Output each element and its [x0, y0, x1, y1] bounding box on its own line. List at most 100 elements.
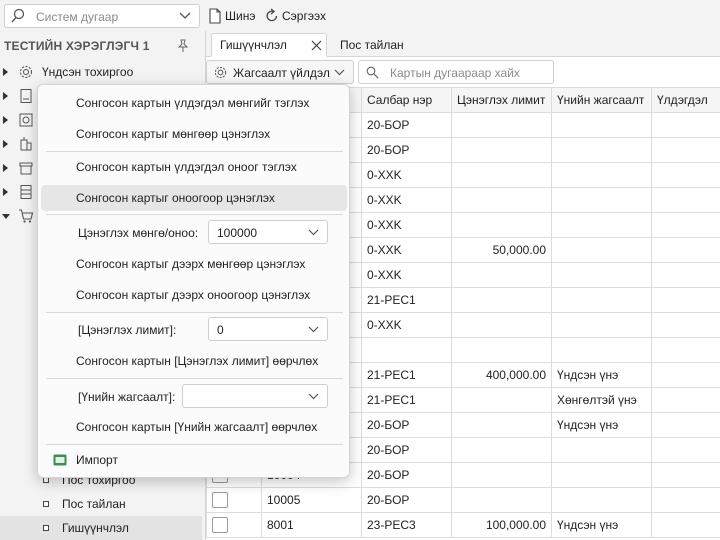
balance-cell: 50: [651, 462, 720, 488]
balance-cell: 3: [651, 237, 720, 263]
charge-limit-cell: [451, 487, 552, 513]
menu-item-charge-above-points[interactable]: Сонгосон картыг дээрх оноогоор цэнэглэх: [41, 282, 347, 308]
refresh-button[interactable]: Сэргээх: [265, 6, 326, 26]
branch-cell: 0-XXK: [361, 162, 452, 188]
expand-arrow-icon[interactable]: [3, 92, 8, 100]
menu-item-charge-above-money[interactable]: Сонгосон картыг дээрх мөнгөөр цэнэглэх: [41, 251, 347, 277]
price-list-select[interactable]: [182, 384, 328, 408]
balance-cell: 50: [651, 112, 720, 138]
system-number-search[interactable]: Систем дугаар: [4, 4, 200, 28]
price-list-cell: [551, 262, 652, 288]
menu-item-import[interactable]: Импорт: [41, 447, 347, 473]
balance-cell: [651, 187, 720, 213]
menu-item-change-charge-limit[interactable]: Сонгосон картын [Цэнэглэх лимит] өөрчлөх: [41, 348, 347, 374]
menu-item-label: Сонгосон картыг оноогоор цэнэглэх: [76, 191, 275, 205]
charge-limit-cell: [451, 162, 552, 188]
balance-cell: [651, 312, 720, 338]
expand-arrow-icon[interactable]: [3, 164, 8, 172]
charge-limit-select[interactable]: 0: [208, 317, 328, 341]
menu-separator: [46, 444, 343, 445]
branch-cell: 21-PEC1: [361, 387, 452, 413]
price-list-cell: Үндсэн үнэ: [551, 512, 652, 538]
charge-limit-cell: [451, 437, 552, 463]
branch-cell: [361, 337, 452, 363]
charge-limit-cell: [451, 337, 552, 363]
branch-cell: 20-БОР: [361, 462, 452, 488]
new-button[interactable]: Шинэ: [208, 6, 255, 26]
balance-cell: [651, 337, 720, 363]
sidebar-item-label: Гишүүнчлэл: [62, 521, 129, 535]
pin-icon[interactable]: [177, 39, 189, 53]
table-row[interactable]: 8001 23-PEC3 100,000.00 Үндсэн үнэ: [206, 512, 720, 538]
chevron-down-icon: [308, 393, 319, 400]
price-list-cell: [551, 287, 652, 313]
chevron-down-icon[interactable]: [179, 9, 191, 23]
charge-limit-cell: [451, 312, 552, 338]
balance-cell: [651, 287, 720, 313]
price-list-cell: [551, 462, 652, 488]
balance-cell: 50: [651, 412, 720, 438]
menu-item-zero-points-balance[interactable]: Сонгосон картын үлдэгдэл оноог тэглэх: [41, 154, 347, 180]
tab-label: Гишүүнчлэл: [220, 38, 287, 52]
document-icon: [20, 89, 32, 103]
branch-cell: 0-XXK: [361, 312, 452, 338]
menu-separator: [46, 151, 343, 152]
charge-limit-value: 0: [217, 323, 224, 337]
menu-separator: [46, 378, 343, 379]
price-list-row: [Үнийн жагсаалт]:: [41, 384, 347, 410]
collapse-arrow-icon[interactable]: [2, 214, 10, 219]
balance-cell: 60: [651, 137, 720, 163]
menu-item-change-price-list[interactable]: Сонгосон картын [Үнийн жагсаалт] өөрчлөх: [41, 414, 347, 440]
charge-limit-row: [Цэнэглэх лимит]: 0: [41, 317, 347, 343]
bullet-icon: [43, 501, 49, 507]
menu-item-charge-money[interactable]: Сонгосон картыг мөнгөөр цэнэглэх: [41, 121, 347, 147]
card-number-search-input[interactable]: Картын дугаараар хайх: [358, 60, 554, 84]
charge-limit-cell: [451, 462, 552, 488]
import-file-icon: [53, 454, 67, 466]
menu-item-label: Сонгосон картын үлдэгдэл мөнгийг тэглэх: [76, 96, 310, 110]
price-list-cell: [551, 437, 652, 463]
charge-limit-cell: 100,000.00: [451, 512, 552, 538]
price-list-label: [Үнийн жагсаалт]:: [78, 390, 176, 404]
row-checkbox[interactable]: [212, 492, 228, 508]
charge-limit-cell: [451, 412, 552, 438]
new-document-icon: [209, 8, 221, 24]
header-price-list[interactable]: Үнийн жагсаалт: [551, 87, 652, 113]
expand-arrow-icon[interactable]: [3, 68, 8, 76]
tab-pos-report[interactable]: Пос тайлан: [332, 33, 412, 57]
tab-membership[interactable]: Гишүүнчлэл: [211, 33, 327, 57]
row-checkbox[interactable]: [212, 517, 228, 533]
price-list-cell: [551, 237, 652, 263]
header-balance[interactable]: Үлдэгдэл: [651, 87, 720, 113]
menu-item-charge-points[interactable]: Сонгосон картыг оноогоор цэнэглэх: [41, 185, 347, 211]
sidebar-item-settings[interactable]: Үндсэн тохиргоо: [0, 61, 202, 83]
sidebar-item-membership[interactable]: Гишүүнчлэл: [0, 516, 202, 540]
header-charge-limit[interactable]: Цэнэглэх лимит: [451, 87, 552, 113]
branch-cell: 0-XXK: [361, 187, 452, 213]
price-list-cell: [551, 112, 652, 138]
expand-arrow-icon[interactable]: [3, 116, 8, 124]
charge-limit-cell: 400,000.00: [451, 362, 552, 388]
search-icon: [11, 8, 25, 23]
checkbox-cell: [206, 487, 262, 513]
list-actions-dropdown[interactable]: Жагсаалт үйлдэл: [206, 60, 354, 84]
branch-cell: 20-БОР: [361, 412, 452, 438]
expand-arrow-icon[interactable]: [3, 188, 8, 196]
tab-bar: Гишүүнчлэл Пос тайлан: [206, 31, 720, 57]
balance-cell: [651, 262, 720, 288]
refresh-button-label: Сэргээх: [282, 9, 326, 23]
close-icon[interactable]: [311, 40, 322, 51]
menu-item-label: Импорт: [76, 453, 118, 467]
charge-limit-cell: 50,000.00: [451, 237, 552, 263]
table-row[interactable]: 1000520-БОР 50: [206, 487, 720, 513]
menu-item-label: Сонгосон картыг мөнгөөр цэнэглэх: [76, 127, 271, 141]
list-actions-menu: Сонгосон картын үлдэгдэл мөнгийг тэглэх …: [37, 84, 350, 478]
expand-arrow-icon[interactable]: [3, 140, 8, 148]
header-branch[interactable]: Салбар нэр: [361, 87, 452, 113]
branch-cell: 21-PEC1: [361, 362, 452, 388]
charge-amount-select[interactable]: 100000: [208, 220, 328, 244]
price-list-cell: Хөнгөлтэй үнэ: [551, 387, 652, 413]
menu-item-zero-money-balance[interactable]: Сонгосон картын үлдэгдэл мөнгийг тэглэх: [41, 90, 347, 116]
price-list-cell: [551, 137, 652, 163]
sidebar-item-pos-report[interactable]: Пос тайлан: [0, 492, 202, 516]
